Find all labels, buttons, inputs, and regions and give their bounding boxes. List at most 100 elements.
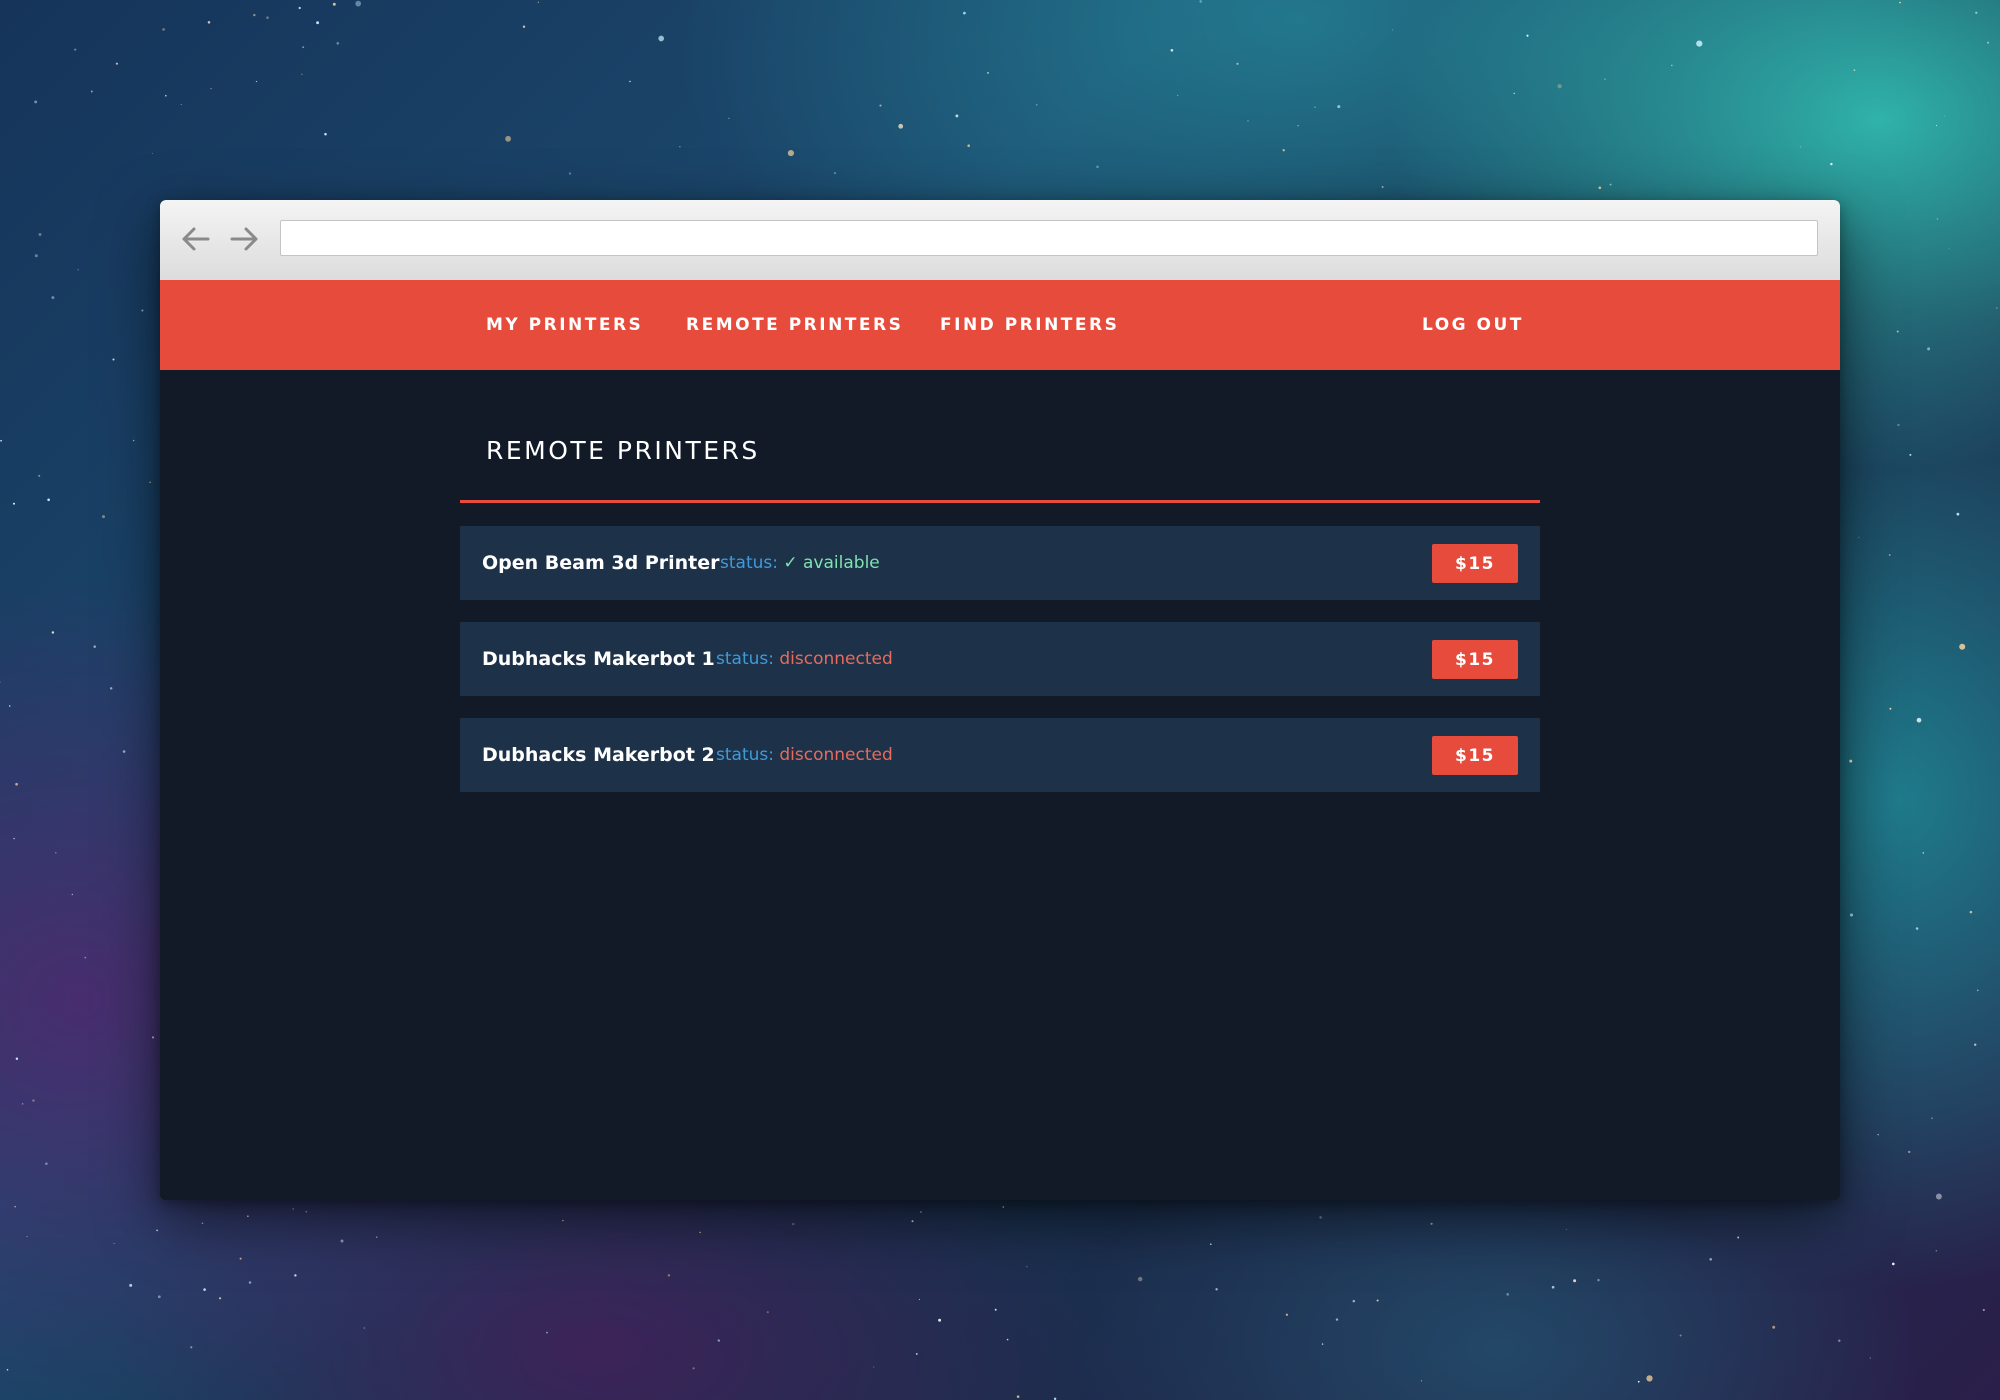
star bbox=[1337, 105, 1341, 109]
star bbox=[1392, 29, 1394, 31]
star bbox=[1931, 1117, 1933, 1119]
star bbox=[180, 103, 182, 105]
star bbox=[1679, 1334, 1682, 1337]
star bbox=[93, 645, 96, 648]
status-value: disconnected bbox=[779, 745, 893, 765]
star bbox=[1935, 124, 1938, 126]
star bbox=[766, 1311, 769, 1314]
star bbox=[132, 439, 135, 442]
star bbox=[247, 1215, 249, 1217]
star bbox=[47, 498, 50, 502]
star bbox=[298, 6, 301, 10]
star bbox=[955, 114, 959, 118]
star bbox=[203, 1288, 206, 1291]
arrow-right-icon[interactable] bbox=[228, 222, 262, 256]
nav-my-printers[interactable]: MY PRINTERS bbox=[486, 280, 643, 370]
star bbox=[1858, 537, 1860, 539]
main-content: REMOTE PRINTERS Open Beam 3d Printer sta… bbox=[160, 370, 1840, 1200]
star bbox=[1335, 1318, 1339, 1321]
star bbox=[248, 1281, 252, 1284]
printer-row[interactable]: Open Beam 3d Printer status: ✓ available… bbox=[460, 526, 1540, 600]
star bbox=[1376, 1299, 1379, 1302]
star bbox=[219, 1297, 222, 1300]
star bbox=[165, 94, 167, 97]
printer-row[interactable]: Dubhacks Makerbot 2 status: disconnected… bbox=[460, 718, 1540, 792]
star bbox=[1927, 347, 1931, 351]
star bbox=[1922, 852, 1925, 854]
star bbox=[112, 358, 115, 361]
star bbox=[537, 1, 540, 3]
price-button[interactable]: $15 bbox=[1432, 544, 1518, 583]
star bbox=[1551, 1285, 1555, 1289]
star bbox=[162, 28, 165, 31]
star bbox=[1956, 512, 1960, 516]
star bbox=[1869, 1357, 1871, 1359]
url-bar[interactable] bbox=[280, 220, 1818, 256]
star bbox=[77, 269, 79, 271]
star bbox=[658, 35, 665, 42]
star bbox=[1935, 1250, 1937, 1252]
star bbox=[15, 782, 18, 786]
star bbox=[1974, 1043, 1977, 1046]
star bbox=[938, 1318, 942, 1322]
star bbox=[355, 0, 362, 7]
star bbox=[294, 1274, 297, 1277]
star bbox=[1381, 185, 1384, 189]
star bbox=[45, 1162, 48, 1165]
star bbox=[13, 502, 15, 505]
star bbox=[1096, 165, 1099, 169]
browser-window: MY PRINTERS REMOTE PRINTERS FIND PRINTER… bbox=[160, 200, 1840, 1200]
star bbox=[1892, 1262, 1895, 1266]
star bbox=[292, 1208, 294, 1210]
star bbox=[1975, 11, 1978, 14]
star bbox=[1297, 125, 1299, 127]
star bbox=[963, 11, 966, 15]
star bbox=[74, 48, 77, 51]
star bbox=[255, 80, 258, 83]
status-label: status: bbox=[720, 553, 778, 573]
star bbox=[911, 1220, 914, 1223]
star bbox=[1709, 1257, 1713, 1261]
star bbox=[546, 1331, 548, 1334]
star bbox=[994, 1308, 997, 1311]
star bbox=[22, 1103, 24, 1105]
star bbox=[1646, 1375, 1653, 1382]
page-title: REMOTE PRINTERS bbox=[486, 436, 760, 465]
price-button[interactable]: $15 bbox=[1432, 736, 1518, 775]
star bbox=[1199, 0, 1202, 3]
star bbox=[363, 1327, 366, 1329]
star bbox=[26, 1236, 28, 1238]
star bbox=[1609, 183, 1612, 186]
star bbox=[1352, 1299, 1356, 1303]
star bbox=[1604, 78, 1606, 80]
star bbox=[699, 1231, 701, 1234]
arrow-left-icon[interactable] bbox=[178, 222, 212, 256]
star bbox=[1916, 717, 1922, 723]
star bbox=[505, 135, 511, 142]
star bbox=[190, 1346, 193, 1349]
star bbox=[1944, 115, 1946, 117]
nav-log-out[interactable]: LOG OUT bbox=[1422, 280, 1524, 370]
star bbox=[253, 13, 256, 17]
printer-status: status: disconnected bbox=[716, 718, 893, 792]
star bbox=[0, 681, 1, 683]
star bbox=[568, 172, 572, 175]
nav-remote-printers[interactable]: REMOTE PRINTERS bbox=[686, 280, 903, 370]
star bbox=[151, 1036, 155, 1039]
star bbox=[13, 837, 15, 840]
star bbox=[34, 100, 38, 104]
price-button[interactable]: $15 bbox=[1432, 640, 1518, 679]
star bbox=[301, 73, 303, 75]
star bbox=[1897, 423, 1900, 427]
star bbox=[918, 1298, 920, 1301]
star bbox=[1526, 34, 1529, 37]
star bbox=[1799, 146, 1802, 148]
star bbox=[833, 172, 836, 175]
star bbox=[122, 750, 126, 753]
star bbox=[873, 1366, 875, 1368]
star bbox=[1236, 62, 1239, 65]
star bbox=[1995, 307, 1998, 309]
nav-find-printers[interactable]: FIND PRINTERS bbox=[940, 280, 1119, 370]
star bbox=[1430, 1222, 1433, 1225]
printer-row[interactable]: Dubhacks Makerbot 1 status: disconnected… bbox=[460, 622, 1540, 696]
